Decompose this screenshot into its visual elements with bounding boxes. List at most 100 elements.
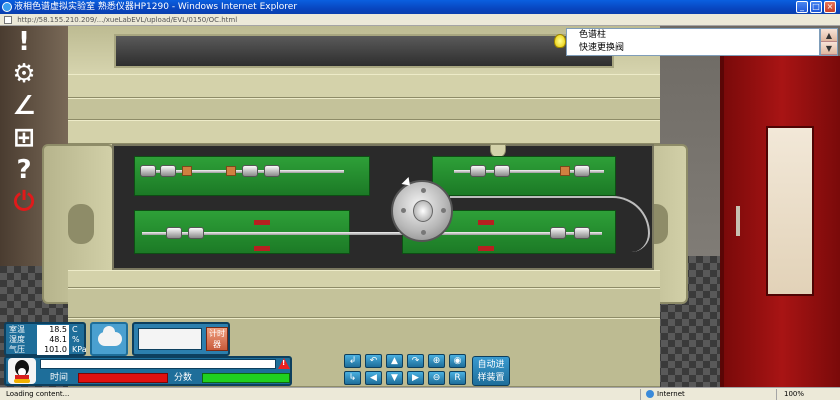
fitting[interactable]: [140, 165, 156, 177]
scroll-down-icon[interactable]: ▼: [821, 42, 837, 55]
humidity-unit: %: [72, 335, 80, 344]
lower-band-2: [68, 288, 660, 318]
turn-down-left-icon[interactable]: ↲: [344, 354, 361, 368]
address-text: http://58.155.210.209/.../xueLabEVL/uplo…: [17, 16, 238, 24]
zoom-out-icon[interactable]: ⊖: [428, 371, 445, 385]
eye-icon[interactable]: ◉: [449, 354, 466, 368]
address-bar[interactable]: http://58.155.210.209/.../xueLabEVL/uplo…: [0, 14, 840, 26]
pressure-row: 气压 101.0 KPa: [9, 345, 87, 355]
capillary-loop: [450, 196, 650, 252]
fitting[interactable]: [242, 165, 258, 177]
fitting[interactable]: [470, 165, 486, 177]
settings-gear-icon[interactable]: ⚙: [8, 60, 40, 88]
pressure-label: 气压: [9, 345, 25, 354]
upper-band-2: [68, 98, 660, 120]
info-line-1: 色谱柱: [579, 30, 607, 40]
info-scroll[interactable]: ▲ ▼: [820, 28, 838, 56]
timer-panel: 计时 器: [132, 322, 230, 356]
globe-icon: [646, 390, 654, 398]
score-label: 分数: [174, 373, 193, 383]
environment-panel: 室温 18.5 C 湿度 48.1 % 气压 101.0 KPa: [4, 322, 87, 356]
door-handle: [736, 206, 740, 236]
quick-change-valve[interactable]: [391, 180, 453, 242]
zoom-in-icon[interactable]: ⊕: [428, 354, 445, 368]
angle-icon[interactable]: ∠: [8, 92, 40, 120]
info-line-2: 快速更换阀: [579, 43, 625, 53]
timer-display: [138, 328, 202, 350]
temperature-label: 室温: [9, 325, 25, 334]
rotate-right-icon[interactable]: ↷: [407, 354, 424, 368]
ferrule-nut: [560, 166, 570, 176]
browser-window: 液相色谱虚拟实验室 熟悉仪器HP1290 - Windows Internet …: [0, 0, 840, 400]
move-up-icon[interactable]: ▲: [386, 354, 403, 368]
column-compartment[interactable]: [112, 144, 654, 270]
camera-nav-pad: ↲ ↶ ▲ ↷ ⊕ ◉ ↳ ◀ ▼ ▶ ⊖ R: [344, 354, 472, 388]
title-bar: 液相色谱虚拟实验室 熟悉仪器HP1290 - Windows Internet …: [0, 0, 840, 14]
ferrule-nut: [182, 166, 192, 176]
time-bar: [78, 373, 168, 383]
temperature-unit: C: [72, 325, 78, 334]
info-panel: 色谱柱 快速更换阀: [566, 28, 820, 56]
fitting[interactable]: [494, 165, 510, 177]
status-bar: Loading content... Internet 100%: [0, 387, 840, 400]
pressure-unit: KPa: [72, 345, 87, 354]
reset-icon[interactable]: R: [449, 371, 466, 385]
valve-port: [441, 208, 446, 213]
time-label: 时间: [50, 373, 69, 383]
power-icon[interactable]: ⏻: [8, 188, 40, 216]
zoom-level[interactable]: 100%: [784, 388, 804, 400]
scroll-up-icon[interactable]: ▲: [821, 29, 837, 42]
penguin-icon[interactable]: [8, 358, 36, 384]
lab-door: [720, 56, 840, 387]
close-button[interactable]: ×: [824, 1, 836, 13]
grid-icon[interactable]: ⊞: [8, 124, 40, 152]
fitting[interactable]: [188, 227, 204, 239]
zone-text: Internet: [657, 390, 685, 398]
lightbulb-icon: [554, 34, 566, 48]
fitting[interactable]: [574, 165, 590, 177]
page-icon: [4, 16, 12, 24]
alert-icon[interactable]: !: [8, 28, 40, 56]
ferrule-nut: [226, 166, 236, 176]
message-bar: [40, 359, 276, 369]
move-left-icon[interactable]: ◀: [365, 371, 382, 385]
temperature-row: 室温 18.5 C: [9, 325, 87, 335]
humidity-value: 48.1: [37, 335, 69, 345]
door-window: [766, 126, 814, 296]
turn-down-right-icon[interactable]: ↳: [344, 371, 361, 385]
humidity-label: 湿度: [9, 335, 25, 344]
warning-mark: !: [282, 359, 286, 367]
temperature-value: 18.5: [37, 325, 69, 335]
move-down-icon[interactable]: ▼: [386, 371, 403, 385]
autosampler-button[interactable]: 自动进 样装置: [472, 356, 510, 386]
timer-button[interactable]: 计时 器: [206, 327, 228, 351]
ie-icon: [2, 2, 12, 12]
valve-port: [421, 230, 426, 235]
valve-port: [401, 208, 406, 213]
top-slot: [114, 34, 614, 68]
security-zone: Internet: [646, 388, 685, 400]
score-bar: [202, 373, 290, 383]
rotate-left-icon[interactable]: ↶: [365, 354, 382, 368]
cloud-icon: [98, 326, 122, 346]
upper-band-3: [68, 120, 660, 144]
left-clamp-hole: [68, 204, 94, 244]
left-toolbar: ! ⚙ ∠ ⊞ ? ⏻: [0, 26, 50, 226]
status-panel: ! 时间 分数: [4, 356, 292, 386]
humidity-row: 湿度 48.1 %: [9, 335, 87, 345]
column-clip: [254, 220, 270, 225]
fitting[interactable]: [166, 227, 182, 239]
lower-band: [68, 270, 660, 288]
help-icon[interactable]: ?: [8, 156, 40, 184]
move-right-icon[interactable]: ▶: [407, 371, 424, 385]
valve-hub: [413, 200, 433, 222]
maximize-button[interactable]: □: [810, 1, 822, 13]
valve-port: [421, 188, 426, 193]
status-text: Loading content...: [6, 390, 70, 398]
weather-panel: [90, 322, 128, 356]
upper-band: [68, 74, 660, 98]
minimize-button[interactable]: _: [796, 1, 808, 13]
fitting[interactable]: [264, 165, 280, 177]
pressure-value: 101.0: [37, 345, 69, 355]
fitting[interactable]: [160, 165, 176, 177]
